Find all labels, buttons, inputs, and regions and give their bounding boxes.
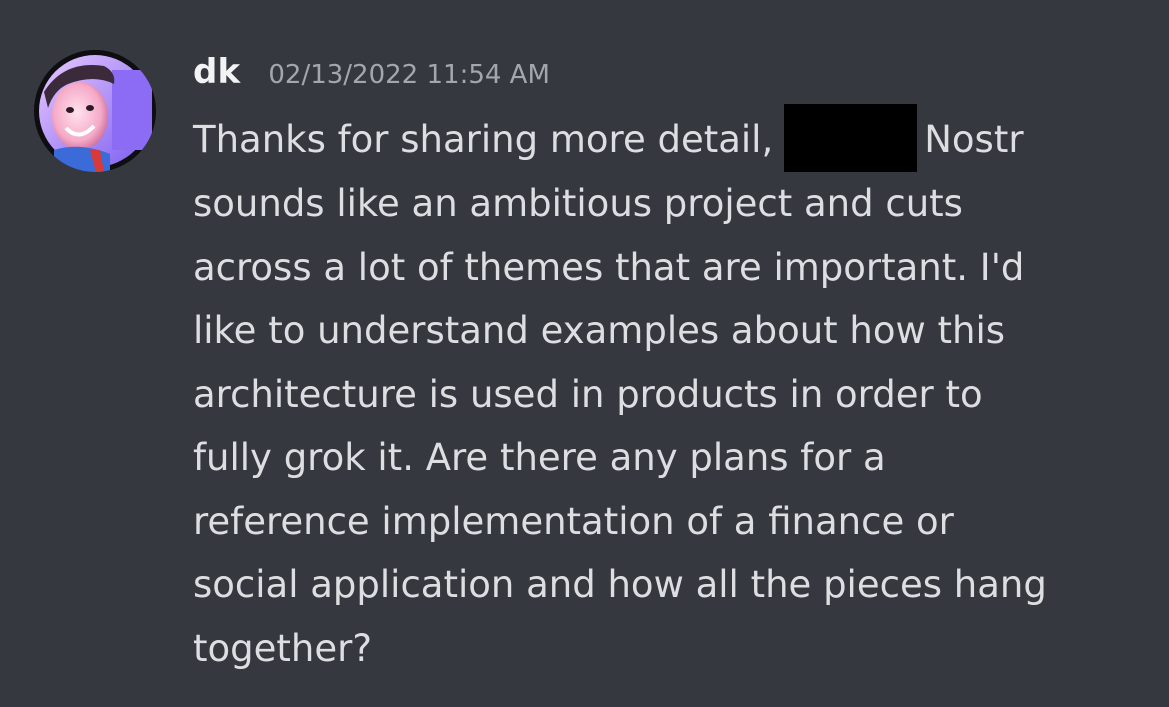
- message-timestamp[interactable]: 02/13/2022 11:54 AM: [268, 60, 550, 90]
- message-content: Thanks for sharing more detail, Nostr sou…: [193, 104, 1153, 680]
- message-line: like to understand examples about how th…: [193, 309, 1006, 352]
- message-line: together?: [193, 626, 372, 670]
- message-line: reference implementation of a finance or: [193, 499, 954, 543]
- message-line: across a lot of themes that are importan…: [193, 245, 1025, 289]
- message-line: fully grok it. Are there any plans for a: [193, 436, 886, 479]
- message-line: social application and how all the piece…: [193, 563, 1047, 606]
- user-avatar[interactable]: [34, 50, 156, 172]
- message-line-text: Thanks for sharing more detail,: [193, 118, 774, 161]
- message-line-text: Nostr: [924, 118, 1024, 161]
- message-line: architecture is used in products in orde…: [193, 372, 983, 416]
- avatar-image: [34, 50, 156, 172]
- message-line: Thanks for sharing more detail, Nostr: [193, 104, 1153, 172]
- username[interactable]: dk: [193, 52, 240, 92]
- redaction-block: [784, 104, 918, 172]
- chat-message: dk 02/13/2022 11:54 AM Thanks for sharin…: [0, 0, 1169, 707]
- message-line: sounds like an ambitious project and cut…: [193, 182, 963, 225]
- message-header: dk 02/13/2022 11:54 AM: [193, 52, 550, 98]
